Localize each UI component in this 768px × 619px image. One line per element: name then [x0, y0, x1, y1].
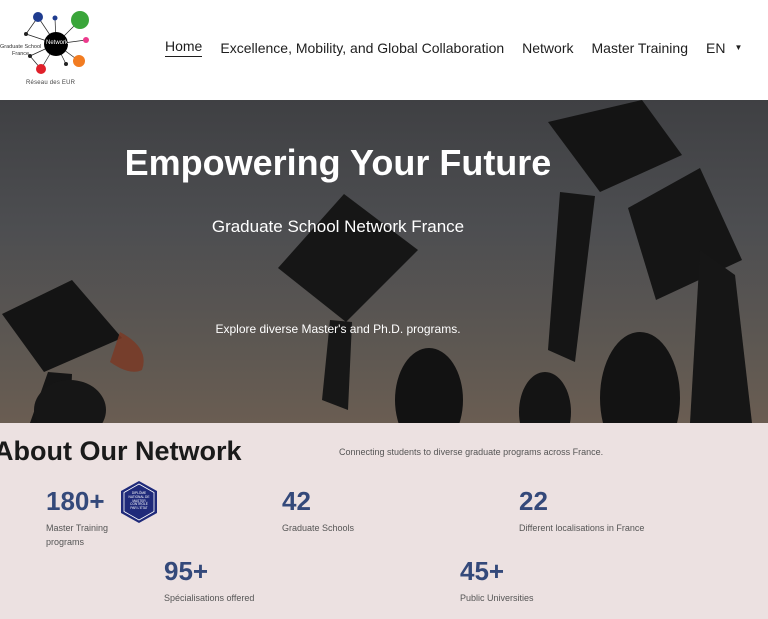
stat-value: 45+	[460, 556, 505, 586]
stat-value: 180+	[46, 486, 105, 516]
stat-localisations: 22 Different localisations in France	[519, 487, 644, 535]
hero-banner: Empowering Your Future Graduate School N…	[0, 100, 768, 423]
stat-public-universities: 45+ Public Universities	[460, 557, 534, 605]
stat-value: 95+	[164, 556, 209, 586]
stat-label: Spécialisations offered	[164, 593, 255, 603]
logo-tagline: Réseau des EUR	[26, 80, 76, 86]
stat-specialisations: 95+ Spécialisations offered	[164, 557, 254, 605]
nav-network[interactable]: Network	[522, 40, 573, 56]
stat-label-line: Master Training	[46, 523, 109, 533]
hero-subtitle: Graduate School Network France	[211, 217, 465, 236]
stat-label: Different localisations in France	[519, 523, 645, 533]
language-selector[interactable]: EN ▼	[706, 40, 742, 56]
about-title: About Our Network	[0, 436, 242, 466]
site-header: Network Graduate School France Réseau de…	[0, 0, 768, 100]
hero-title: Empowering Your Future	[124, 142, 552, 183]
stat-value: 42	[282, 486, 311, 516]
site-logo[interactable]: Network Graduate School France Réseau de…	[0, 6, 100, 90]
hero-description: Explore diverse Master's and Ph.D. progr…	[215, 322, 461, 336]
stat-master-training: 180+ Master Training programs	[46, 487, 108, 549]
stat-label: Master Training programs	[46, 521, 108, 549]
stat-label: Graduate Schools	[282, 523, 355, 533]
master-diploma-badge: DIPLÔME NATIONAL DE MASTER CONTRÔLÉ PAR …	[120, 480, 158, 524]
stat-value: 22	[519, 486, 548, 516]
stat-label: Public Universities	[460, 593, 534, 603]
nav-excellence[interactable]: Excellence, Mobility, and Global Collabo…	[220, 40, 504, 56]
stat-graduate-schools: 42 Graduate Schools	[282, 487, 354, 535]
logo-left-text: Graduate School	[0, 44, 42, 50]
language-label: EN	[705, 39, 726, 56]
nav-home[interactable]: Home	[165, 38, 203, 57]
badge-text: DIPLÔME NATIONAL DE MASTER CONTRÔLÉ PAR …	[120, 491, 158, 511]
main-nav: Home Excellence, Mobility, and Global Co…	[165, 38, 742, 57]
about-section: About Our Network Connecting students to…	[0, 423, 768, 619]
about-tagline: Connecting students to diverse graduate …	[339, 447, 604, 457]
nav-master-training[interactable]: Master Training	[592, 40, 688, 56]
logo-left-sub: France	[12, 51, 30, 57]
badge-line: PAR L'ÉTAT	[130, 506, 148, 511]
logo-center-text: Network	[45, 40, 68, 46]
stat-label-line: programs	[46, 537, 85, 547]
caret-down-icon: ▼	[734, 43, 743, 52]
